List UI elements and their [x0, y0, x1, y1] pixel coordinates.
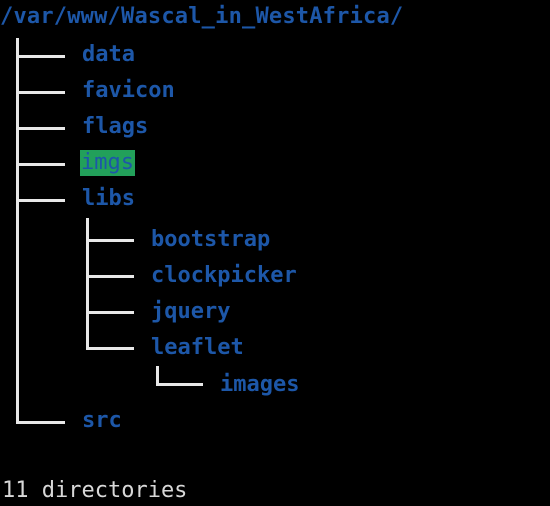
directory-entry[interactable]: libs	[82, 186, 135, 212]
root-path: /var/www/Wascal_in_WestAfrica/	[0, 4, 404, 29]
tree-line	[86, 218, 89, 350]
tree-branch	[16, 421, 65, 424]
directory-entry[interactable]: leaflet	[151, 335, 244, 361]
tree-branch	[86, 275, 134, 278]
summary-line: 11 directories	[2, 478, 188, 503]
directory-entry[interactable]: clockpicker	[151, 263, 297, 289]
directory-entry[interactable]: images	[220, 372, 299, 398]
tree-branch	[16, 199, 65, 202]
directory-entry[interactable]: src	[82, 408, 122, 434]
directory-entry-highlighted[interactable]: imgs	[80, 150, 135, 176]
tree-branch	[86, 239, 134, 242]
tree-branch	[86, 347, 134, 350]
directory-entry[interactable]: data	[82, 42, 135, 68]
tree-branch	[16, 55, 65, 58]
directory-entry[interactable]: jquery	[151, 299, 230, 325]
tree-branch	[156, 383, 203, 386]
terminal-window: /var/www/Wascal_in_WestAfrica/ data favi…	[0, 0, 550, 506]
tree-branch	[86, 311, 134, 314]
directory-entry[interactable]: flags	[82, 114, 148, 140]
directory-entry[interactable]: favicon	[82, 78, 175, 104]
tree-branch	[16, 163, 65, 166]
tree-branch	[16, 91, 65, 94]
tree-branch	[16, 127, 65, 130]
tree-line	[16, 38, 19, 423]
directory-entry[interactable]: bootstrap	[151, 227, 270, 253]
